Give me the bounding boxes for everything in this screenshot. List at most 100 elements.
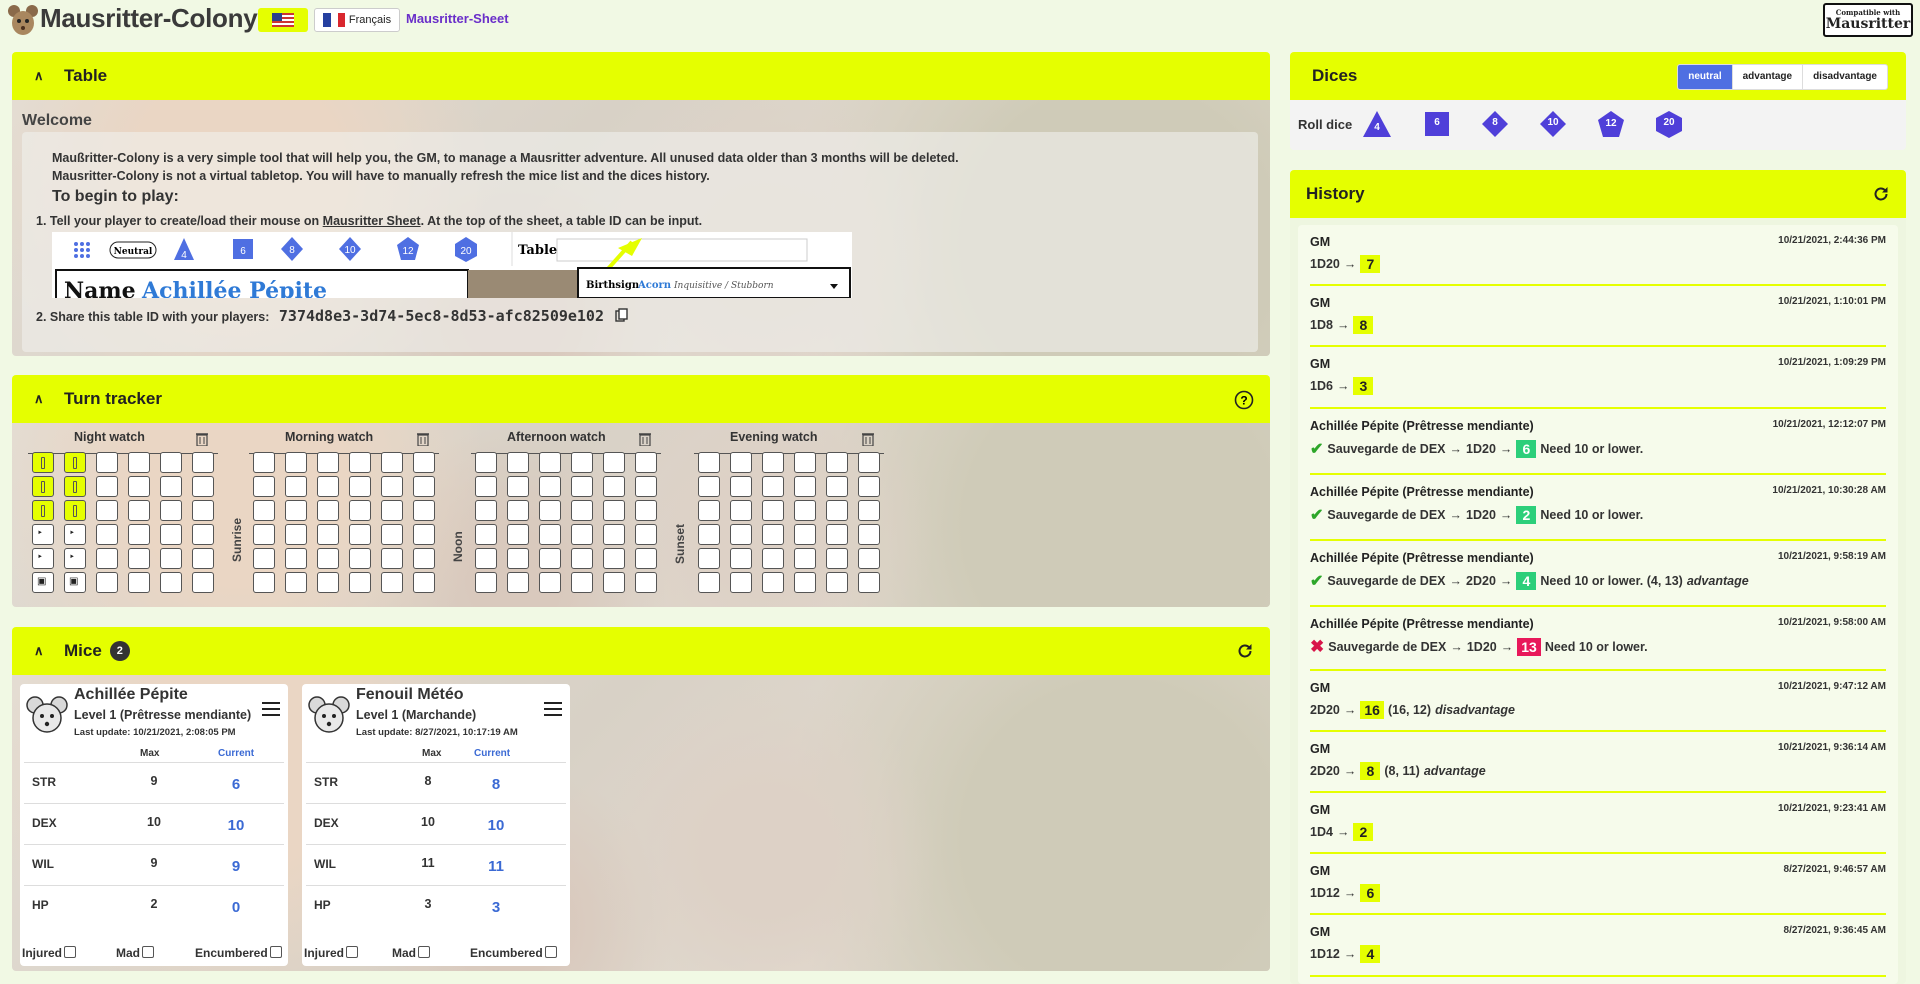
- turn-checkbox[interactable]: [571, 452, 593, 473]
- turn-checkbox[interactable]: [160, 572, 182, 593]
- turn-checkbox[interactable]: [128, 548, 150, 569]
- turn-checkbox[interactable]: ‣: [32, 524, 54, 545]
- turn-checkbox[interactable]: [826, 572, 848, 593]
- turn-checkbox[interactable]: [730, 500, 752, 521]
- turn-checkbox[interactable]: [128, 452, 150, 473]
- turn-checkbox[interactable]: [96, 452, 118, 473]
- turn-checkbox[interactable]: [571, 476, 593, 497]
- turn-checkbox[interactable]: [794, 572, 816, 593]
- turn-checkbox[interactable]: [64, 452, 86, 473]
- turn-checkbox[interactable]: [507, 524, 529, 545]
- turn-checkbox[interactable]: [635, 548, 657, 569]
- turn-checkbox[interactable]: [571, 548, 593, 569]
- turn-checkbox[interactable]: [96, 524, 118, 545]
- turn-checkbox[interactable]: [603, 572, 625, 593]
- turn-checkbox[interactable]: [730, 452, 752, 473]
- turn-checkbox[interactable]: [160, 452, 182, 473]
- turn-checkbox[interactable]: [413, 476, 435, 497]
- turn-checkbox[interactable]: [475, 452, 497, 473]
- table-panel-header[interactable]: ∧ Table: [12, 52, 1270, 100]
- chevron-up-icon[interactable]: ∧: [34, 68, 50, 84]
- turn-checkbox[interactable]: [826, 476, 848, 497]
- turn-checkbox[interactable]: [730, 572, 752, 593]
- turn-checkbox[interactable]: [507, 500, 529, 521]
- turn-checkbox[interactable]: [858, 500, 880, 521]
- turn-checkbox[interactable]: [317, 452, 339, 473]
- turn-checkbox[interactable]: [858, 548, 880, 569]
- trash-icon[interactable]: [639, 432, 651, 447]
- help-icon[interactable]: ?: [1234, 390, 1254, 410]
- stat-current-value[interactable]: 11: [476, 858, 516, 875]
- turn-checkbox[interactable]: [317, 476, 339, 497]
- turn-checkbox[interactable]: [794, 476, 816, 497]
- chevron-up-icon[interactable]: ∧: [34, 391, 50, 407]
- encumbered-checkbox[interactable]: [544, 946, 557, 958]
- stat-current-value[interactable]: 10: [216, 817, 256, 834]
- turn-checkbox[interactable]: [858, 452, 880, 473]
- turn-checkbox[interactable]: [381, 452, 403, 473]
- turn-checkbox[interactable]: [349, 476, 371, 497]
- turn-checkbox[interactable]: [253, 476, 275, 497]
- turn-checkbox[interactable]: [698, 452, 720, 473]
- turn-checkbox[interactable]: [475, 572, 497, 593]
- turn-checkbox[interactable]: [64, 476, 86, 497]
- turn-checkbox[interactable]: [192, 500, 214, 521]
- die-d10-button[interactable]: 10: [1538, 110, 1568, 138]
- turn-checkbox[interactable]: [698, 524, 720, 545]
- turn-checkbox[interactable]: [635, 452, 657, 473]
- hamburger-menu-icon[interactable]: [544, 702, 562, 716]
- injured-checkbox[interactable]: [346, 946, 359, 958]
- turn-checkbox[interactable]: [507, 452, 529, 473]
- turn-checkbox[interactable]: [349, 452, 371, 473]
- die-d6-button[interactable]: 6: [1422, 110, 1452, 138]
- turn-checkbox[interactable]: [381, 572, 403, 593]
- turn-checkbox[interactable]: [317, 548, 339, 569]
- mice-header[interactable]: ∧ Mice 2: [12, 627, 1270, 675]
- turn-checkbox[interactable]: [539, 572, 561, 593]
- turn-checkbox[interactable]: [762, 500, 784, 521]
- turn-checkbox[interactable]: [826, 524, 848, 545]
- turn-checkbox[interactable]: [762, 572, 784, 593]
- mad-checkbox[interactable]: [142, 946, 154, 958]
- turn-checkbox[interactable]: [96, 548, 118, 569]
- turn-checkbox[interactable]: [192, 572, 214, 593]
- turn-checkbox[interactable]: [603, 452, 625, 473]
- language-english-button[interactable]: [258, 8, 308, 32]
- turn-checkbox[interactable]: [160, 524, 182, 545]
- turn-checkbox[interactable]: [349, 500, 371, 521]
- turn-checkbox[interactable]: [762, 452, 784, 473]
- turn-checkbox[interactable]: [698, 548, 720, 569]
- turn-checkbox[interactable]: [794, 452, 816, 473]
- turn-checkbox[interactable]: [192, 524, 214, 545]
- turn-checkbox[interactable]: [794, 524, 816, 545]
- turn-checkbox[interactable]: [539, 476, 561, 497]
- hamburger-menu-icon[interactable]: [262, 702, 280, 716]
- turn-checkbox[interactable]: [475, 548, 497, 569]
- turn-checkbox[interactable]: [96, 572, 118, 593]
- turn-checkbox[interactable]: [603, 524, 625, 545]
- language-french-button[interactable]: Français: [314, 8, 400, 32]
- trash-icon[interactable]: [417, 432, 429, 447]
- turn-checkbox[interactable]: [475, 500, 497, 521]
- turn-checkbox[interactable]: [413, 500, 435, 521]
- turn-checkbox[interactable]: [192, 476, 214, 497]
- copy-icon[interactable]: [615, 308, 629, 322]
- mad-checkbox[interactable]: [418, 946, 430, 958]
- trash-icon[interactable]: [196, 432, 208, 447]
- turn-checkbox[interactable]: [192, 452, 214, 473]
- turn-checkbox[interactable]: [381, 500, 403, 521]
- encumbered-checkbox[interactable]: [269, 946, 282, 958]
- turn-checkbox[interactable]: [730, 548, 752, 569]
- mode-disadvantage-button[interactable]: disadvantage: [1802, 65, 1887, 89]
- turn-checkbox[interactable]: [413, 548, 435, 569]
- turn-checkbox[interactable]: [96, 500, 118, 521]
- turn-checkbox[interactable]: [698, 572, 720, 593]
- turn-checkbox[interactable]: [475, 476, 497, 497]
- turn-checkbox[interactable]: [413, 452, 435, 473]
- mode-advantage-button[interactable]: advantage: [1731, 65, 1802, 89]
- turn-checkbox[interactable]: [794, 548, 816, 569]
- turn-checkbox[interactable]: [826, 500, 848, 521]
- turn-checkbox[interactable]: [698, 500, 720, 521]
- turn-checkbox[interactable]: [539, 524, 561, 545]
- turn-checkbox[interactable]: ‣: [32, 548, 54, 569]
